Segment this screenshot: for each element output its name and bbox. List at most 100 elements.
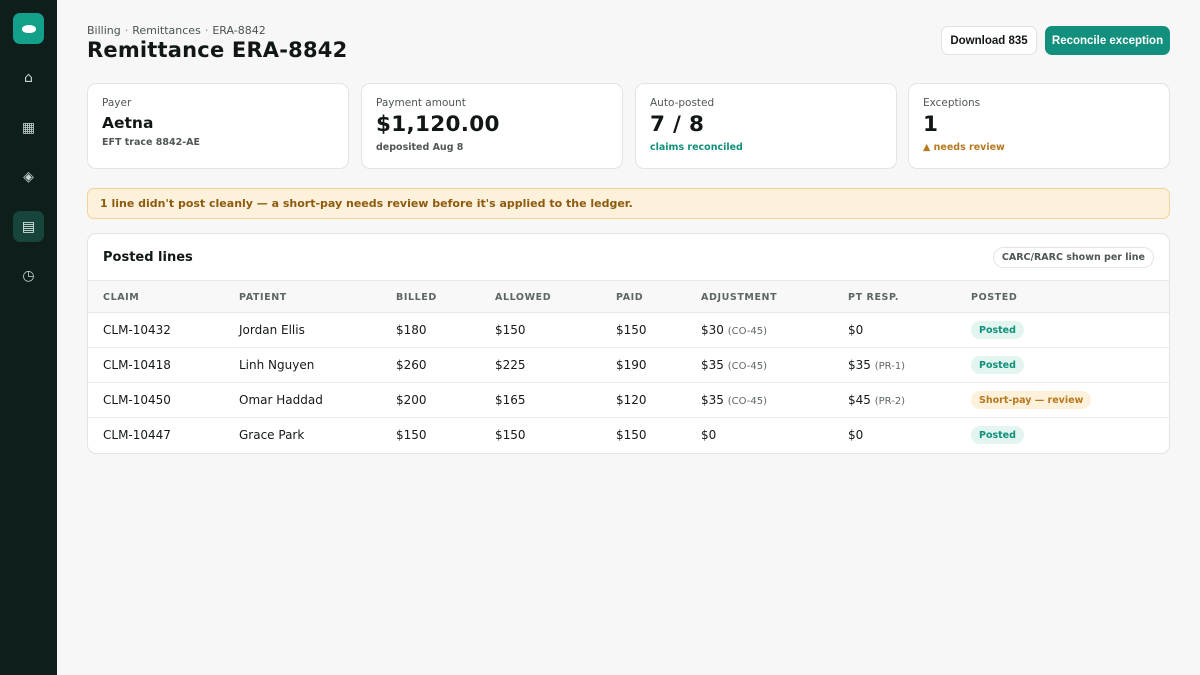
payer-value: Aetna xyxy=(102,114,154,132)
payment-amount-card: Payment amount $1,120.00 deposited Aug 8 xyxy=(361,83,623,169)
pt-resp-cell: $45 (PR-2) xyxy=(848,393,905,407)
sidebar-item-billing[interactable]: ▤ xyxy=(13,211,44,242)
breadcrumb-separator: · xyxy=(124,24,129,37)
status-badge: Posted xyxy=(971,356,1024,374)
column-header-claim[interactable]: CLAIM xyxy=(103,292,139,303)
paid-amount: $190 xyxy=(616,358,647,372)
column-header-adjustment[interactable]: ADJUSTMENT xyxy=(701,292,777,303)
patient-name: Grace Park xyxy=(239,428,305,442)
column-header-posted[interactable]: POSTED xyxy=(971,292,1017,303)
needs-review-status: ▲ needs review xyxy=(923,142,1005,153)
app-logo[interactable] xyxy=(13,13,44,44)
eft-trace: EFT trace 8842-AE xyxy=(102,137,201,148)
payment-amount-label: Payment amount xyxy=(376,97,466,109)
claim-id[interactable]: CLM-10418 xyxy=(103,358,171,372)
deposit-date: deposited Aug 8 xyxy=(376,142,464,153)
claims-reconciled-status: claims reconciled xyxy=(650,142,743,153)
reconcile-exception-button[interactable]: Reconcile exception xyxy=(1045,26,1170,55)
adjustment-amount: $30 xyxy=(701,323,724,337)
logo-icon xyxy=(21,24,36,33)
payer-label: Payer xyxy=(102,97,132,109)
allowed-amount: $225 xyxy=(495,358,526,372)
breadcrumb-current: ERA-8842 xyxy=(212,24,266,37)
adjustment-cell: $0 xyxy=(701,428,716,442)
pt-resp-cell: $0 xyxy=(848,323,863,337)
billed-amount: $200 xyxy=(396,393,427,407)
claim-id[interactable]: CLM-10450 xyxy=(103,393,171,407)
allowed-amount: $165 xyxy=(495,393,526,407)
pt-resp-amount: $0 xyxy=(848,323,864,337)
payment-amount-value: $1,120.00 xyxy=(376,112,500,137)
allowed-amount: $150 xyxy=(495,428,526,442)
column-header-patient[interactable]: PATIENT xyxy=(239,292,287,303)
pt-resp-amount: $0 xyxy=(848,428,864,442)
pt-resp-cell: $35 (PR-1) xyxy=(848,358,905,372)
billed-amount: $180 xyxy=(396,323,427,337)
adjustment-amount: $0 xyxy=(701,428,717,442)
pt-resp-code: (PR-1) xyxy=(874,361,906,372)
panel-title: Posted lines xyxy=(103,249,193,265)
exceptions-value: 1 xyxy=(923,112,939,137)
auto-posted-value: 7 / 8 xyxy=(650,112,705,137)
panel-header: Posted lines CARC/RARC shown per line xyxy=(88,234,1169,281)
warning-banner-text: 1 line didn't post cleanly — a short-pay… xyxy=(100,197,633,210)
pt-resp-cell: $0 xyxy=(848,428,863,442)
sidebar-item-calendar[interactable]: ▦ xyxy=(13,112,44,143)
page-title: Remittance ERA-8842 xyxy=(87,38,348,62)
clock-icon: ◷ xyxy=(22,267,35,284)
table-row[interactable]: CLM-10432 Jordan Ellis $180 $150 $150 $3… xyxy=(88,313,1169,348)
sidebar-item-history[interactable]: ◷ xyxy=(13,260,44,291)
carc-rarc-chip: CARC/RARC shown per line xyxy=(992,246,1154,268)
home-icon: ⌂ xyxy=(24,69,33,86)
adjustment-code: (CO-45) xyxy=(727,396,768,407)
column-header-billed[interactable]: BILLED xyxy=(396,292,437,303)
claim-id[interactable]: CLM-10432 xyxy=(103,323,171,337)
adjustment-cell: $30 (CO-45) xyxy=(701,323,767,337)
billed-amount: $260 xyxy=(396,358,427,372)
sidebar-item-insights[interactable]: ◈ xyxy=(13,161,44,192)
allowed-amount: $150 xyxy=(495,323,526,337)
status-badge: Posted xyxy=(971,426,1024,444)
adjustment-amount: $35 xyxy=(701,358,724,372)
column-header-paid[interactable]: PAID xyxy=(616,292,643,303)
status-badge: Posted xyxy=(971,321,1024,339)
table-row[interactable]: CLM-10450 Omar Haddad $200 $165 $120 $35… xyxy=(88,383,1169,418)
auto-posted-label: Auto-posted xyxy=(650,97,715,109)
column-header-pt-resp[interactable]: PT RESP. xyxy=(848,292,899,303)
breadcrumb-billing[interactable]: Billing xyxy=(87,24,121,37)
adjustment-cell: $35 (CO-45) xyxy=(701,358,767,372)
paid-amount: $150 xyxy=(616,323,647,337)
exceptions-label: Exceptions xyxy=(923,97,981,109)
download-835-button[interactable]: Download 835 xyxy=(941,26,1037,55)
short-pay-badge[interactable]: Short-pay — review xyxy=(971,391,1092,409)
sidebar-item-home[interactable]: ⌂ xyxy=(13,62,44,93)
adjustment-code: (CO-45) xyxy=(727,361,768,372)
paid-amount: $120 xyxy=(616,393,647,407)
exceptions-card: Exceptions 1 ▲ needs review xyxy=(908,83,1170,169)
posted-lines-panel: Posted lines CARC/RARC shown per line CL… xyxy=(87,233,1170,454)
payer-card: Payer Aetna EFT trace 8842-AE xyxy=(87,83,349,169)
table-row[interactable]: CLM-10418 Linh Nguyen $260 $225 $190 $35… xyxy=(88,348,1169,383)
patient-name: Linh Nguyen xyxy=(239,358,315,372)
sidebar: ⌂ ▦ ◈ ▤ ◷ xyxy=(0,0,57,675)
claim-id[interactable]: CLM-10447 xyxy=(103,428,171,442)
adjustment-amount: $35 xyxy=(701,393,724,407)
adjustment-cell: $35 (CO-45) xyxy=(701,393,767,407)
pt-resp-code: (PR-2) xyxy=(874,396,906,407)
warning-banner: 1 line didn't post cleanly — a short-pay… xyxy=(87,188,1170,219)
breadcrumb-separator: · xyxy=(204,24,209,37)
paid-amount: $150 xyxy=(616,428,647,442)
billed-amount: $150 xyxy=(396,428,427,442)
column-header-allowed[interactable]: ALLOWED xyxy=(495,292,551,303)
breadcrumb-remittances[interactable]: Remittances xyxy=(132,24,201,37)
document-icon: ▤ xyxy=(21,218,36,235)
table-row[interactable]: CLM-10447 Grace Park $150 $150 $150 $0 $… xyxy=(88,418,1169,453)
pt-resp-amount: $45 xyxy=(848,393,871,407)
table-header: CLAIM PATIENT BILLED ALLOWED PAID ADJUST… xyxy=(88,281,1169,313)
pt-resp-amount: $35 xyxy=(848,358,871,372)
diamond-icon: ◈ xyxy=(23,168,34,185)
breadcrumb: Billing · Remittances · ERA-8842 xyxy=(87,24,266,37)
patient-name: Jordan Ellis xyxy=(239,323,305,337)
grid-icon: ▦ xyxy=(21,119,36,136)
adjustment-code: (CO-45) xyxy=(727,326,768,337)
